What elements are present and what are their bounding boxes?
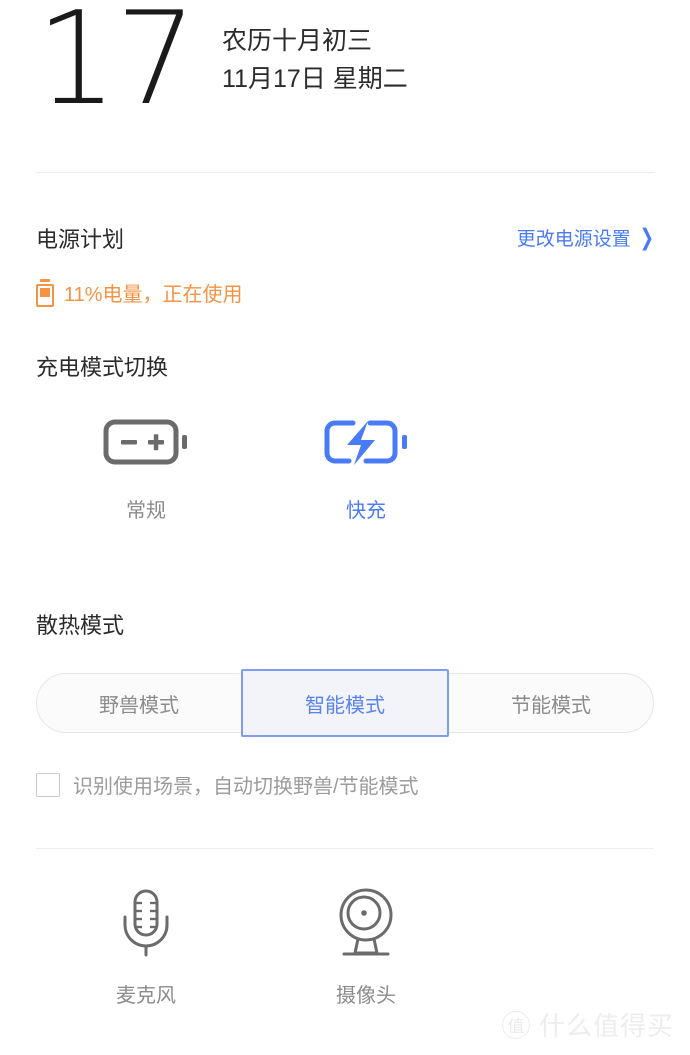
change-power-settings-label: 更改电源设置 [516, 229, 631, 250]
battery-fill [40, 287, 50, 297]
battery-status-row: 11%电量，正在使用 [36, 278, 243, 307]
watermark-badge-icon: 值 [501, 1010, 530, 1039]
device-camera-label: 摄像头 [336, 985, 396, 1007]
thermal-mode-segmented-control: 野兽模式 智能模式 节能模式 [36, 669, 654, 737]
day-number: 17 [36, 0, 197, 134]
thermal-segment-smart[interactable]: 智能模式 [241, 669, 449, 737]
battery-plus-minus-icon [103, 412, 189, 472]
charging-option-fast[interactable]: 快充 [256, 412, 476, 523]
charging-option-normal[interactable]: 常规 [36, 412, 256, 523]
battery-icon [36, 278, 54, 307]
auto-switch-row[interactable]: 识别使用场景，自动切换野兽/节能模式 [36, 770, 419, 799]
battery-bolt-icon [323, 412, 409, 472]
charging-option-normal-label: 常规 [126, 500, 166, 522]
battery-nub [40, 278, 50, 282]
charging-mode-title: 充电模式切换 [36, 355, 169, 380]
lunar-date: 农历十月初三 [222, 27, 373, 55]
device-camera[interactable]: 摄像头 [256, 885, 476, 1008]
date-header: 17 农历十月初三 11月17日 星期二 [0, 0, 690, 172]
auto-switch-checkbox[interactable] [36, 772, 60, 797]
change-power-settings-link[interactable]: 更改电源设置 ❯ [517, 224, 654, 251]
microphone-icon [108, 885, 184, 961]
device-microphone[interactable]: 麦克风 [36, 885, 256, 1008]
charging-mode-options: 常规 快充 [36, 412, 654, 523]
watermark: 值 什么值得买 [501, 1006, 674, 1043]
thermal-segment-beast[interactable]: 野兽模式 [37, 674, 241, 732]
power-plan-title: 电源计划 [36, 227, 125, 252]
divider-bottom [36, 848, 654, 849]
date-text-block: 农历十月初三 11月17日 星期二 [222, 22, 408, 98]
auto-switch-label: 识别使用场景，自动切换野兽/节能模式 [73, 776, 419, 798]
gregorian-date: 11月17日 星期二 [222, 65, 408, 93]
devices-section: 麦克风 摄像头 [36, 885, 654, 1008]
thermal-segment-eco[interactable]: 节能模式 [449, 674, 653, 732]
device-microphone-label: 麦克风 [116, 985, 176, 1007]
divider-top [36, 172, 654, 173]
thermal-mode-title: 散热模式 [36, 613, 125, 638]
chevron-right-icon: ❯ [639, 224, 654, 250]
battery-status-text: 11%电量，正在使用 [64, 284, 243, 306]
charging-option-fast-label: 快充 [346, 500, 386, 522]
watermark-text: 什么值得买 [538, 1011, 674, 1041]
webcam-icon [328, 885, 404, 961]
